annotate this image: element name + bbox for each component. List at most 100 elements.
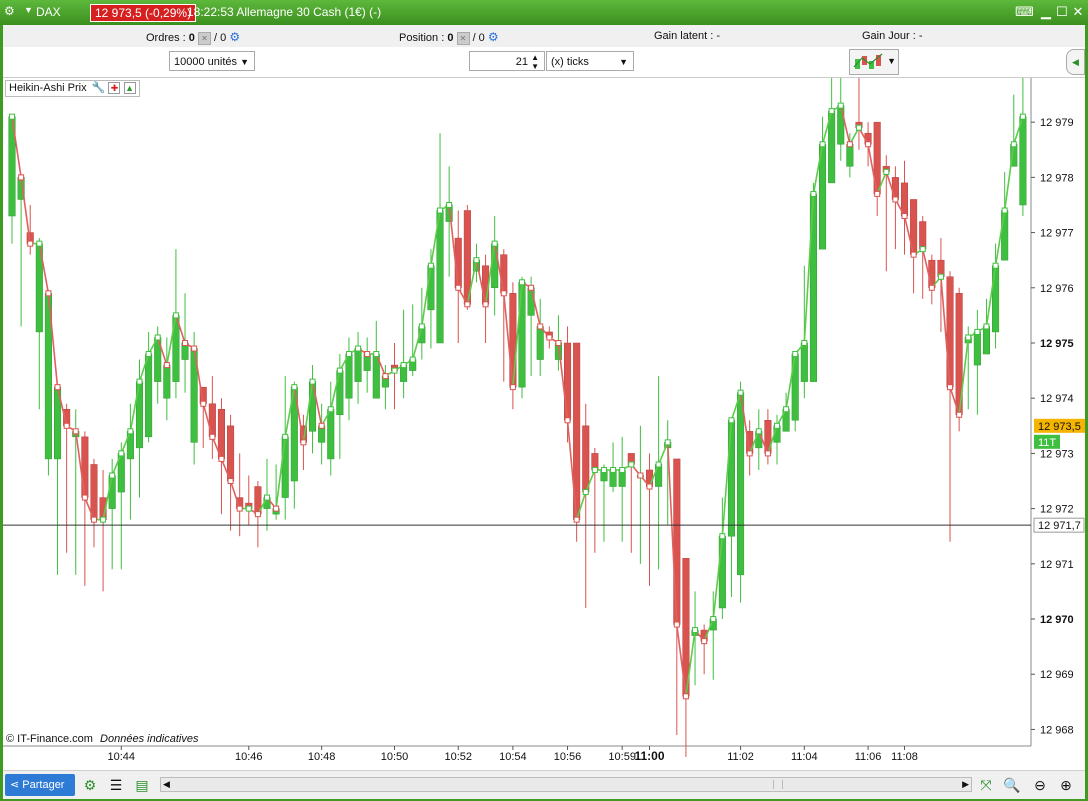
move-up-icon[interactable]: ▲ <box>123 82 136 94</box>
close-marker <box>637 472 644 479</box>
price-chart[interactable]: 12 968 12 969 12 970 12 971 12 972 12 973 12 9… <box>3 78 1085 770</box>
scroll-left-icon[interactable]: ◀ <box>163 778 170 791</box>
gear-icon[interactable]: ⚙ <box>4 4 15 18</box>
chart-type-button[interactable]: ▼ <box>849 49 899 75</box>
close-marker <box>655 461 662 468</box>
candle-body[interactable] <box>727 420 735 537</box>
stepper-arrows-icon[interactable]: ▲ ▼ <box>531 53 539 71</box>
candle-body[interactable] <box>354 348 362 382</box>
candle-body[interactable] <box>846 143 854 167</box>
close-icon[interactable]: ✕ <box>1069 4 1087 20</box>
wrench-icon[interactable]: 🔧 <box>92 82 106 94</box>
candle-body[interactable] <box>891 177 899 200</box>
close-marker <box>591 466 598 473</box>
chevron-down-icon: ▼ <box>887 56 896 66</box>
candle-body[interactable] <box>737 392 745 576</box>
instrument-symbol[interactable]: DAX <box>36 5 61 19</box>
period-unit-select[interactable]: (x) ticks ▼ <box>546 51 634 71</box>
zoom-out-icon[interactable]: ⊖ <box>1031 776 1049 794</box>
candle-body[interactable] <box>919 221 927 250</box>
indicators-icon[interactable]: ⚙ <box>81 776 99 794</box>
candle-body[interactable] <box>837 105 845 145</box>
ticks-stepper[interactable]: 21 ▲ ▼ <box>469 51 545 71</box>
close-marker <box>391 367 398 374</box>
candle-body[interactable] <box>491 243 499 289</box>
candle-body[interactable] <box>1019 116 1027 206</box>
horizontal-scrollbar[interactable]: ◀ ▶ <box>160 777 972 792</box>
close-marker <box>728 417 735 424</box>
cursor-tool-icon[interactable]: ⤧ <box>977 776 995 794</box>
close-marker <box>528 284 535 291</box>
x-tick-label: 10:59 <box>608 751 636 763</box>
candle-body[interactable] <box>582 425 590 493</box>
candle-body[interactable] <box>518 282 526 388</box>
close-marker <box>136 378 143 385</box>
close-marker <box>892 196 899 203</box>
candle-body[interactable] <box>946 276 954 388</box>
orders-settings-icon[interactable]: ⚙ <box>229 30 240 44</box>
candle-body[interactable] <box>527 287 535 316</box>
close-marker <box>264 494 270 501</box>
delete-indicator-icon[interactable]: ✚ <box>108 82 121 94</box>
zoom-auto-icon[interactable]: 🔍 <box>1003 776 1021 794</box>
close-marker <box>245 505 252 512</box>
chevron-down-icon[interactable]: ▼ <box>24 5 33 15</box>
zoom-in-icon[interactable]: ⊕ <box>1057 776 1075 794</box>
candle-body[interactable] <box>90 464 98 520</box>
candle-body[interactable] <box>928 259 936 289</box>
candle-body[interactable] <box>427 265 435 311</box>
close-position-icon[interactable]: ✕ <box>456 31 470 45</box>
candle-body[interactable] <box>973 331 981 366</box>
candle-body[interactable] <box>500 254 508 294</box>
candle-body[interactable] <box>81 436 89 498</box>
position-label: Position : 0 ✕ / 0 ⚙ <box>399 30 499 45</box>
close-marker <box>282 433 289 440</box>
position-count: 0 <box>447 32 454 44</box>
close-marker <box>701 638 708 645</box>
candle-body[interactable] <box>655 464 663 487</box>
scroll-thumb[interactable] <box>773 780 783 789</box>
day-gain: Gain Jour : - <box>862 30 923 42</box>
close-marker <box>865 141 872 148</box>
close-marker <box>764 450 771 457</box>
candle-body[interactable] <box>145 353 153 438</box>
side-panel-toggle[interactable]: ◀ <box>1066 49 1085 75</box>
close-marker <box>309 378 316 385</box>
candle-body[interactable] <box>982 326 990 355</box>
position-settings-icon[interactable]: ⚙ <box>488 30 499 44</box>
close-marker <box>345 351 352 358</box>
cancel-orders-icon[interactable]: ✕ <box>197 31 211 45</box>
close-marker <box>983 323 990 330</box>
close-marker <box>254 511 261 518</box>
candle-body[interactable] <box>564 342 572 421</box>
candle-body[interactable] <box>718 535 726 609</box>
close-marker <box>227 478 234 485</box>
x-tick-label: 11:06 <box>855 751 882 763</box>
quantity-select[interactable]: 10000 unités ▼ <box>169 51 255 71</box>
keyboard-icon[interactable]: ⌨ <box>1015 4 1034 20</box>
candle-body[interactable] <box>281 436 289 498</box>
candle-body[interactable] <box>227 425 235 482</box>
candle-body[interactable] <box>345 353 353 399</box>
candle-body[interactable] <box>163 364 171 399</box>
candle-body[interactable] <box>108 475 116 509</box>
list-icon[interactable]: ☰ <box>107 776 125 794</box>
close-marker <box>218 455 225 462</box>
candle-body[interactable] <box>208 403 216 438</box>
scroll-right-icon[interactable]: ▶ <box>962 778 969 791</box>
share-button[interactable]: ⋖ Partager <box>5 774 75 796</box>
chevron-down-icon: ▼ <box>619 57 628 67</box>
candle-body[interactable] <box>673 458 681 625</box>
candle-body[interactable] <box>800 342 808 382</box>
drawing-tools-icon[interactable]: ▤ <box>133 776 151 794</box>
candle-body[interactable] <box>536 326 544 360</box>
candle-body[interactable] <box>1001 210 1009 261</box>
candle-body[interactable] <box>509 293 517 388</box>
close-marker <box>792 351 799 358</box>
chart-canvas[interactable]: 12 968 12 969 12 970 12 971 12 972 12 973 12 9… <box>3 78 1085 770</box>
candle-body[interactable] <box>327 408 335 460</box>
close-marker <box>910 251 917 258</box>
candle-body[interactable] <box>436 210 444 344</box>
close-marker <box>437 207 444 214</box>
close-marker <box>509 384 516 391</box>
